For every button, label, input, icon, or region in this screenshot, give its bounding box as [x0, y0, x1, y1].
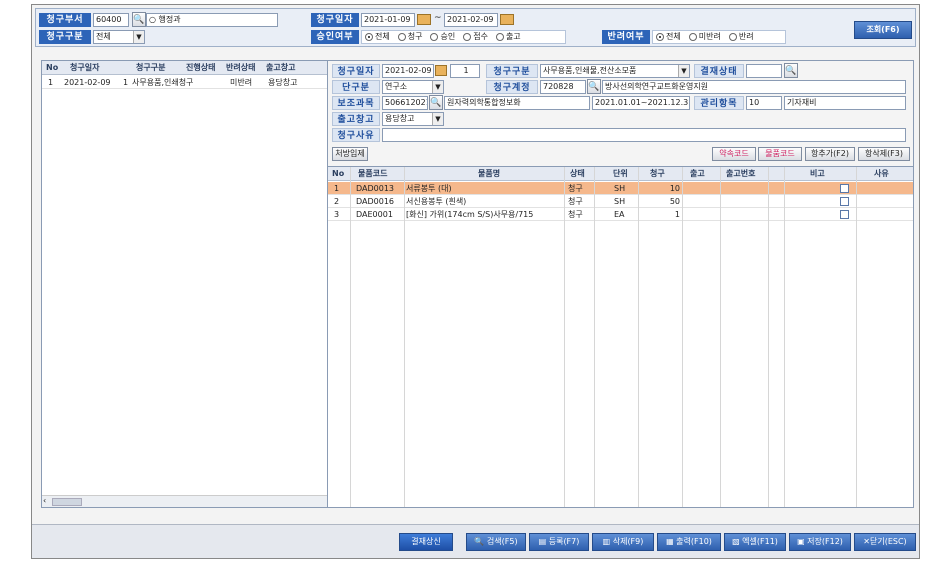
return-radio-group: 전체 미반려 반려 — [652, 30, 786, 44]
close-icon: ✕ — [863, 537, 870, 546]
table-row[interactable]: 2 DAD0016 서신용봉투 (흰색) 청구 SH 50 — [328, 195, 913, 208]
mgmt-code-input[interactable]: 10 — [746, 96, 782, 110]
return-label: 반려여부 — [602, 30, 650, 44]
account-search-button[interactable]: 🔍 — [587, 79, 601, 94]
batch-input-button[interactable]: 처방입제 — [332, 147, 368, 161]
table-row[interactable]: 3 DAE0001 [화신] 가위(174cm S/S)사무용/715 청구 E… — [328, 208, 913, 221]
approval-request-button[interactable]: 결재상신 — [399, 533, 453, 551]
warehouse-select[interactable]: 용당창고 ▼ — [382, 112, 444, 126]
pay-status-input[interactable] — [746, 64, 782, 78]
dept-label: 청구부서 — [39, 13, 91, 27]
scroll-left-icon[interactable]: ‹ — [43, 496, 46, 505]
detail-req-date-label: 청구일자 — [332, 64, 380, 78]
calendar-icon[interactable] — [417, 14, 431, 25]
search-icon: 🔍 — [430, 98, 442, 108]
return-radio-not-returned[interactable]: 미반려 — [688, 31, 721, 43]
account-name-input[interactable]: 방사선의학연구교트화운영지원 — [602, 80, 906, 94]
mgmt-name-input[interactable]: 기자재비 — [784, 96, 906, 110]
approval-radio-approved[interactable]: 승인 — [430, 31, 455, 43]
save-f12-button[interactable]: ▣ 저장(F12) — [789, 533, 851, 551]
delete-f9-button[interactable]: ▥ 삭제(F9) — [592, 533, 654, 551]
chevron-down-icon: ▼ — [678, 65, 689, 77]
detail-seq-input[interactable]: 1 — [450, 64, 480, 78]
unit-label: 단구분 — [332, 80, 380, 94]
req-date-label: 청구일자 — [311, 13, 359, 27]
approval-radio-request[interactable]: 청구 — [397, 31, 422, 43]
item-grid-header: No 물품코드 물품명 상태 단위 청구 출고 출고번호 비고 사유 — [328, 167, 913, 181]
print-f10-button[interactable]: ▦ 출력(F10) — [657, 533, 721, 551]
date-to-input[interactable]: 2021-02-09 — [444, 13, 498, 27]
date-separator: ~ — [434, 13, 442, 23]
detail-req-date-input[interactable]: 2021-02-09 — [382, 64, 434, 78]
approval-label: 승인여부 — [311, 30, 359, 44]
main-window: 청구부서 60400 🔍 ○ 행정과 청구구분 전체 ▼ 청구일자 2021-01… — [31, 4, 920, 559]
date-from-input[interactable]: 2021-01-09 — [361, 13, 415, 27]
req-type-label: 청구구분 — [39, 30, 91, 44]
pay-status-search-button[interactable]: 🔍 — [784, 63, 798, 78]
note-icon[interactable] — [840, 197, 849, 206]
approval-radio-received[interactable]: 접수 — [463, 31, 488, 43]
pay-status-label: 결재상태 — [694, 64, 744, 78]
calendar-icon[interactable] — [435, 65, 447, 76]
detail-panel: 청구일자 2021-02-09 1 청구구분 사무용품,인쇄물,전산소모품 ▼ 결… — [327, 60, 914, 508]
excel-icon: ▧ — [732, 537, 740, 546]
dept-name-input[interactable]: ○ 행정과 — [146, 13, 278, 27]
delete-row-button[interactable]: 항삭제(F3) — [858, 147, 910, 161]
search-icon: 🔍 — [588, 82, 600, 92]
req-type-select[interactable]: 전체 ▼ — [93, 30, 145, 44]
calendar-icon[interactable] — [500, 14, 514, 25]
scroll-thumb[interactable] — [52, 498, 82, 506]
detail-req-type-label: 청구구분 — [486, 64, 538, 78]
return-radio-returned[interactable]: 반려 — [728, 31, 754, 43]
request-list-header: No 청구일자 청구구분 진행상태 반려상태 출고창고 — [42, 61, 354, 75]
register-icon: ▤ — [538, 537, 547, 546]
search-icon: 🔍 — [133, 15, 145, 25]
mgmt-label: 관리항목 — [694, 96, 744, 110]
horizontal-scrollbar[interactable]: ‹ › — [42, 495, 354, 507]
register-f7-button[interactable]: ▤ 등록(F7) — [529, 533, 589, 551]
search-panel: 청구부서 60400 🔍 ○ 행정과 청구구분 전체 ▼ 청구일자 2021-01… — [35, 8, 916, 47]
chevron-down-icon: ▼ — [432, 81, 443, 93]
unit-select[interactable]: 연구소 ▼ — [382, 80, 444, 94]
reason-label: 청구사유 — [332, 128, 380, 142]
approval-radio-all[interactable]: 전체 — [365, 31, 390, 43]
bottom-toolbar: 결재상신 🔍 검색(F5) ▤ 등록(F7) ▥ 삭제(F9) ▦ 출력(F10… — [32, 524, 919, 558]
dept-code-input[interactable]: 60400 — [93, 13, 129, 27]
table-row[interactable]: 1 2021-02-09 1 사무용품,인쇄청구 미반려 용당창고 — [42, 76, 354, 89]
search-f6-button[interactable]: 조회(F6) — [854, 21, 912, 39]
save-icon: ▣ — [797, 537, 805, 546]
request-list-grid: No 청구일자 청구구분 진행상태 반려상태 출고창고 1 2021-02-09… — [41, 60, 355, 508]
note-icon[interactable] — [840, 184, 849, 193]
subject-name-input[interactable]: 원자력의학통합정보화 — [444, 96, 590, 110]
close-esc-button[interactable]: ✕닫기(ESC) — [854, 533, 916, 551]
subject-search-button[interactable]: 🔍 — [429, 95, 443, 110]
short-code-button[interactable]: 약속코드 — [712, 147, 756, 161]
detail-req-type-select[interactable]: 사무용품,인쇄물,전산소모품 ▼ — [540, 64, 690, 78]
approval-radio-group: 전체 청구 승인 접수 출고 — [361, 30, 566, 44]
item-grid: No 물품코드 물품명 상태 단위 청구 출고 출고번호 비고 사유 1 DAD… — [328, 166, 913, 507]
item-code-button[interactable]: 물품코드 — [758, 147, 802, 161]
search-f5-button[interactable]: 🔍 검색(F5) — [466, 533, 526, 551]
approval-radio-issued[interactable]: 출고 — [495, 31, 521, 43]
subject-code-input[interactable]: 506612021 — [382, 96, 428, 110]
subject-label: 보조과목 — [332, 96, 380, 110]
account-label: 청구계정 — [486, 80, 538, 94]
chevron-down-icon: ▼ — [432, 113, 443, 125]
print-icon: ▦ — [666, 537, 674, 546]
note-icon[interactable] — [840, 210, 849, 219]
return-radio-all[interactable]: 전체 — [656, 31, 681, 43]
delete-icon: ▥ — [602, 537, 611, 546]
add-row-button[interactable]: 항추가(F2) — [805, 147, 855, 161]
account-code-input[interactable]: 720828 — [540, 80, 586, 94]
search-icon: 🔍 — [474, 537, 485, 546]
chevron-down-icon: ▼ — [133, 31, 144, 43]
table-row[interactable]: 1 DAD0013 서류봉투 (대) 청구 SH 10 — [328, 182, 913, 195]
reason-input[interactable] — [382, 128, 906, 142]
warehouse-label: 출고창고 — [332, 112, 380, 126]
excel-f11-button[interactable]: ▧ 엑셀(F11) — [724, 533, 786, 551]
dept-search-button[interactable]: 🔍 — [132, 12, 146, 27]
period-input[interactable]: 2021.01.01~2021.12.31 — [592, 96, 690, 110]
search-icon: 🔍 — [785, 66, 797, 76]
